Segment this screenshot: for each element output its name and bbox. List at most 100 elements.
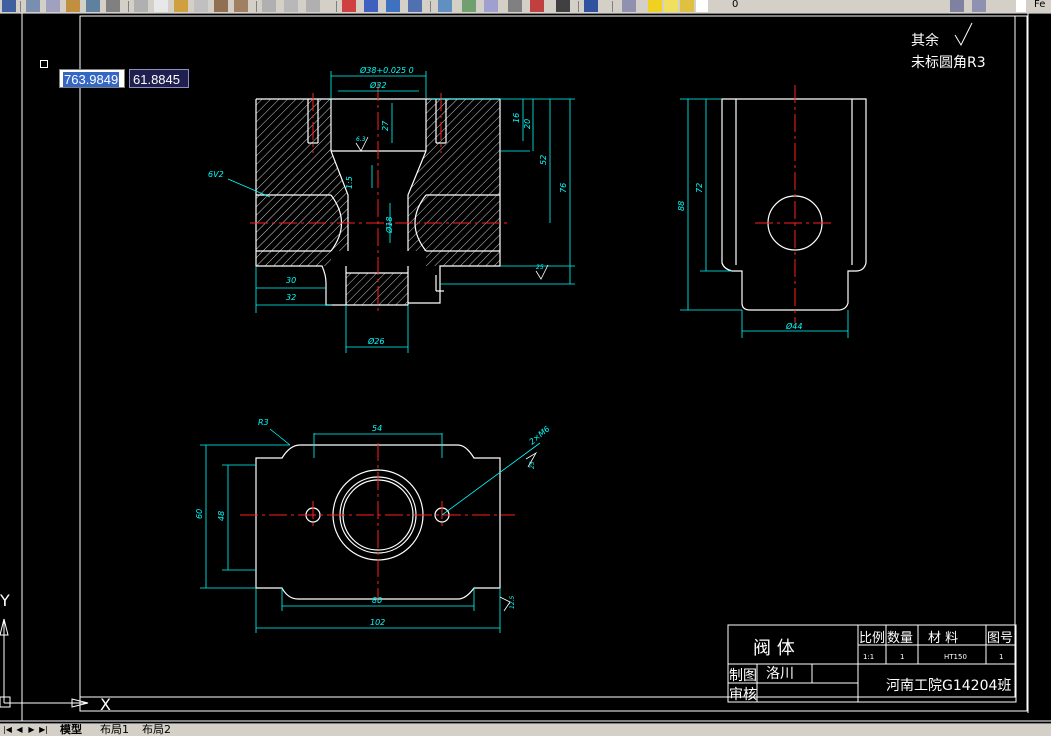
tb-header-scale: 比例 xyxy=(859,631,885,646)
calculator-icon[interactable] xyxy=(556,0,570,12)
dynamic-input-y[interactable]: 61.8845 xyxy=(129,69,189,88)
layer-previous-icon[interactable] xyxy=(950,0,964,12)
dim-side-88: 88 xyxy=(677,201,686,211)
paste-icon[interactable] xyxy=(174,0,188,12)
drawing-svg: Y X Ø38+0.025 0 Ø32 27 16 20 52 76 6V2 1… xyxy=(0,13,1051,722)
toolbar-separator xyxy=(256,1,257,12)
layer-states-icon[interactable] xyxy=(972,0,986,12)
dim-hole-18: Ø18 xyxy=(384,217,394,234)
tb-header-qty: 数量 xyxy=(887,631,913,646)
dim-depth-27: 27 xyxy=(381,120,390,131)
dynamic-input-x-value[interactable]: 763.9849 xyxy=(63,72,120,87)
layer-manager-icon[interactable] xyxy=(622,0,636,12)
plot-icon[interactable] xyxy=(86,0,100,12)
cut-icon[interactable] xyxy=(134,0,148,12)
top-view: 54 R3 2×M6 25 60 48 80 102 12.5 xyxy=(195,418,552,633)
toolbar-separator xyxy=(20,1,21,12)
redo-icon[interactable] xyxy=(306,0,320,12)
tab-layout2[interactable]: 布局2 xyxy=(142,724,171,736)
tab-nav-next-icon[interactable]: ▶ xyxy=(26,724,37,735)
block-icon[interactable] xyxy=(234,0,248,12)
redo-dropdown-icon[interactable] xyxy=(284,0,298,12)
title-block: 阀 体 比例 数量 材 料 图号 1:1 1 HT150 1 制图 洛川 审核 … xyxy=(727,624,1017,703)
note-rest: 其余 xyxy=(911,32,939,49)
tb-school: 河南工院G14204班 xyxy=(886,678,1011,694)
dim-thread: 6V2 xyxy=(208,170,224,179)
toolbar-separator xyxy=(336,1,337,12)
tb-part-name: 阀 体 xyxy=(753,638,795,659)
rough-6-3: 6.3 xyxy=(356,136,366,143)
dim-inner-bore: Ø32 xyxy=(369,80,386,90)
toolbar-separator xyxy=(430,1,431,12)
drawing-canvas[interactable]: Y X Ø38+0.025 0 Ø32 27 16 20 52 76 6V2 1… xyxy=(0,13,1051,723)
text-style-icon[interactable] xyxy=(1016,0,1026,12)
dim-len-32: 32 xyxy=(286,293,296,302)
help-icon[interactable] xyxy=(584,0,598,12)
toolbar-separator xyxy=(612,1,613,12)
rough-25b: 25 xyxy=(529,461,536,469)
tab-nav-first-icon[interactable]: |◀ xyxy=(2,724,13,735)
layer-color-swatch[interactable] xyxy=(696,0,708,12)
tb-checked-label: 审核 xyxy=(729,687,757,703)
toolbar-separator xyxy=(578,1,579,12)
dim-side-44: Ø44 xyxy=(785,321,802,331)
properties-icon[interactable] xyxy=(438,0,452,12)
zoom-window-icon[interactable] xyxy=(386,0,400,12)
tb-material: HT150 xyxy=(944,653,967,661)
dim-radius-r3: R3 xyxy=(258,418,269,427)
dim-width-54: 54 xyxy=(372,424,382,433)
tab-nav-prev-icon[interactable]: ◀ xyxy=(14,724,25,735)
layer-dropdown-value[interactable]: 0 xyxy=(732,0,738,10)
tab-layout1[interactable]: 布局1 xyxy=(100,724,129,736)
brush-icon[interactable] xyxy=(214,0,228,12)
dim-h-60: 60 xyxy=(195,509,204,519)
dim-slope: 1:5 xyxy=(345,176,354,189)
pan-icon[interactable] xyxy=(342,0,356,12)
preview-icon[interactable] xyxy=(46,0,60,12)
text-style-dropdown[interactable]: Fe xyxy=(1034,0,1045,10)
ucs-x-label: X xyxy=(100,695,111,714)
dim-side-72: 72 xyxy=(695,183,704,193)
dim-depth-20: 20 xyxy=(523,119,532,129)
tab-model[interactable]: 模型 xyxy=(60,724,82,736)
note-roughness-symbol xyxy=(954,22,973,47)
front-section-view: Ø38+0.025 0 Ø32 27 16 20 52 76 6V2 1:5 Ø… xyxy=(208,65,575,353)
zoom-realtime-icon[interactable] xyxy=(364,0,378,12)
dim-height-52: 52 xyxy=(539,155,548,165)
3d-icon[interactable] xyxy=(106,0,120,12)
ucs-y-label: Y xyxy=(0,591,10,610)
side-view: 88 72 Ø44 xyxy=(677,85,867,338)
layout-tabs-bar: |◀ ◀ ▶ ▶| 模型 布局1 布局2 xyxy=(0,723,1051,736)
sheet-set-icon[interactable] xyxy=(508,0,522,12)
publish-icon[interactable] xyxy=(66,0,80,12)
dim-len-30: 30 xyxy=(286,276,296,285)
dim-w-102: 102 xyxy=(370,618,385,627)
dim-top-bore: Ø38+0.025 0 xyxy=(359,65,414,75)
tb-header-drawing-no: 图号 xyxy=(987,631,1013,646)
copy-icon[interactable] xyxy=(154,0,168,12)
zoom-previous-icon[interactable] xyxy=(408,0,422,12)
tb-header-material: 材 料 xyxy=(928,631,958,646)
pickbox-cursor xyxy=(40,60,48,68)
print-icon[interactable] xyxy=(26,0,40,12)
toolbar-separator xyxy=(128,1,129,12)
tab-nav-last-icon[interactable]: ▶| xyxy=(38,724,49,735)
dim-w-80: 80 xyxy=(372,596,382,605)
layer-freeze-icon[interactable] xyxy=(664,0,678,12)
dim-h-48: 48 xyxy=(217,511,226,521)
layer-on-icon[interactable] xyxy=(648,0,662,12)
undo-icon[interactable] xyxy=(262,0,276,12)
dim-height-76: 76 xyxy=(559,183,568,193)
note-unmarked-fillet: 未标圆角R3 xyxy=(911,55,986,71)
tool-palettes-icon[interactable] xyxy=(484,0,498,12)
match-icon[interactable] xyxy=(194,0,208,12)
design-center-icon[interactable] xyxy=(462,0,476,12)
markup-icon[interactable] xyxy=(530,0,544,12)
tb-drawn-by: 洛川 xyxy=(766,666,794,682)
toolbar: 0 Fe xyxy=(0,0,1051,14)
dynamic-input-x[interactable]: 763.9849 xyxy=(59,69,125,88)
dim-depth-16: 16 xyxy=(512,113,521,123)
layer-lock-icon[interactable] xyxy=(680,0,694,12)
tb-drawn-label: 制图 xyxy=(729,668,757,684)
save-icon[interactable] xyxy=(2,0,16,12)
